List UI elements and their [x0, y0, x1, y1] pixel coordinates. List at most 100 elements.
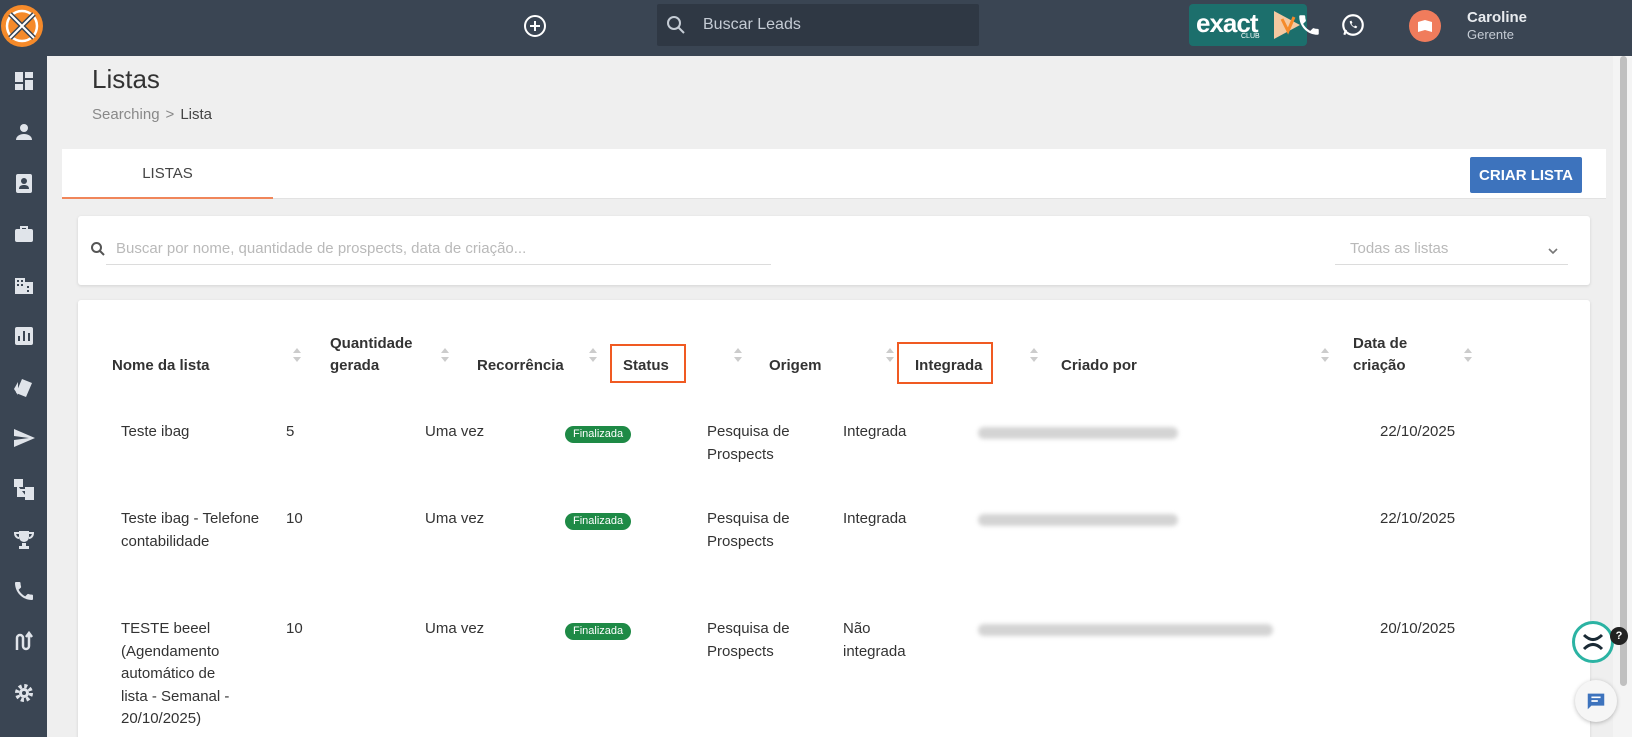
help-widget-button[interactable] [1572, 621, 1614, 663]
avatar[interactable] [1409, 10, 1441, 42]
sidebar-item-contacts[interactable] [0, 163, 47, 203]
breadcrumb-searching[interactable]: Searching [92, 106, 160, 123]
cell-created-by-redacted [978, 514, 1178, 526]
sidebar-item-reports[interactable] [0, 316, 47, 356]
sidebar-item-templates[interactable] [0, 367, 47, 407]
cell-quantity: 10 [286, 510, 303, 527]
cell-integrated: Integrada [843, 423, 907, 440]
help-logo-icon [1582, 633, 1604, 651]
chevron-down-icon [1548, 248, 1558, 255]
status-badge: Finalizada [565, 513, 632, 530]
phone-icon [14, 582, 33, 600]
phone-icon[interactable] [1296, 12, 1322, 38]
search-icon [667, 16, 685, 34]
top-search-input[interactable]: Buscar Leads [657, 4, 979, 46]
cell-name[interactable]: Teste ibag - Telefone contabilidade [121, 508, 261, 553]
breadcrumb-separator: > [165, 106, 175, 123]
breadcrumb-current: Lista [180, 106, 212, 123]
cell-origin: Pesquisa de Prospects [707, 423, 790, 463]
list-search-input[interactable]: Buscar por nome, quantidade de prospects… [91, 232, 771, 265]
cell-quantity: 10 [286, 620, 303, 637]
book-icon [1418, 20, 1432, 32]
sort-icon[interactable] [885, 345, 895, 365]
sort-icon[interactable] [440, 345, 450, 365]
sidebar-item-calls[interactable] [0, 571, 47, 611]
cell-name[interactable]: TESTE beeel (Agendamento automático de l… [121, 618, 241, 731]
search-icon [91, 242, 105, 256]
chart-icon [14, 327, 33, 345]
dashboard-icon [14, 72, 33, 90]
list-search-placeholder: Buscar por nome, quantidade de prospects… [116, 240, 527, 257]
hierarchy-icon [13, 479, 34, 500]
tab-bar: LISTAS [62, 149, 1606, 199]
breadcrumb: Searching > Lista [92, 106, 212, 123]
column-header-name[interactable]: Nome da lista [112, 355, 210, 377]
user-role: Gerente [1467, 27, 1514, 42]
route-icon [15, 630, 33, 651]
sort-icon[interactable] [292, 345, 302, 365]
sidebar-item-routes[interactable] [0, 622, 47, 662]
status-badge: Finalizada [565, 426, 632, 443]
filter-card: Buscar por nome, quantidade de prospects… [78, 216, 1590, 285]
sidebar-item-hierarchy[interactable] [0, 469, 47, 509]
cell-integrated: Integrada [843, 510, 907, 527]
column-header-quantity[interactable]: Quantidade gerada [330, 333, 420, 377]
column-header-integrated[interactable]: Integrada [915, 355, 983, 377]
sort-icon[interactable] [733, 345, 743, 365]
app-logo-icon[interactable] [0, 2, 48, 50]
sidebar [0, 56, 47, 737]
sidebar-item-send[interactable] [0, 418, 47, 458]
list-filter-value: Todas as listas [1350, 240, 1449, 257]
cell-date: 20/10/2025 [1380, 620, 1456, 637]
chat-icon [1587, 693, 1605, 710]
cell-created-by-redacted [978, 624, 1273, 636]
sidebar-item-dashboard[interactable] [0, 61, 47, 101]
status-badge: Finalizada [565, 623, 632, 640]
cell-recurrence: Uma vez [425, 423, 485, 440]
tab-listas[interactable]: LISTAS [62, 149, 273, 199]
person-icon [15, 124, 32, 140]
cell-integrated: Não integrada [843, 620, 906, 660]
cell-recurrence: Uma vez [425, 620, 485, 637]
column-header-created-by[interactable]: Criado por [1061, 355, 1137, 377]
add-circle-icon[interactable] [522, 13, 548, 39]
cell-date: 22/10/2025 [1380, 423, 1456, 440]
top-search-placeholder: Buscar Leads [703, 16, 801, 33]
sidebar-item-person[interactable] [0, 112, 47, 152]
sidebar-item-companies[interactable] [0, 265, 47, 305]
column-header-date[interactable]: Data de criação [1353, 333, 1423, 377]
sort-icon[interactable] [1029, 345, 1039, 365]
scrollbar-thumb[interactable] [1620, 56, 1627, 686]
sort-icon[interactable] [1463, 345, 1473, 365]
lists-table: Nome da lista Quantidade gerada Recorrên… [78, 300, 1590, 737]
column-header-origin[interactable]: Origem [769, 355, 822, 377]
exact-club-badge[interactable]: exact CLUB [1189, 4, 1307, 46]
cards-icon [13, 379, 32, 397]
send-icon [13, 429, 35, 447]
sidebar-item-business[interactable] [0, 214, 47, 254]
sidebar-item-achievements[interactable] [0, 520, 47, 560]
cell-origin: Pesquisa de Prospects [707, 620, 790, 660]
contact-card-icon [15, 174, 32, 193]
sidebar-item-settings[interactable] [0, 673, 47, 713]
page-title: Listas [92, 64, 160, 94]
cell-date: 22/10/2025 [1380, 510, 1456, 527]
help-badge[interactable]: ? [1610, 627, 1628, 645]
trophy-icon [13, 531, 34, 549]
column-header-status[interactable]: Status [623, 355, 669, 377]
briefcase-icon [14, 226, 33, 242]
cell-created-by-redacted [978, 427, 1178, 439]
cell-name[interactable]: Teste ibag [121, 421, 261, 444]
create-list-button[interactable]: CRIAR LISTA [1470, 157, 1582, 193]
column-header-recurrence[interactable]: Recorrência [477, 355, 564, 377]
sort-icon[interactable] [1320, 345, 1330, 365]
chat-button[interactable] [1575, 680, 1617, 722]
whatsapp-icon[interactable] [1340, 12, 1366, 38]
sort-icon[interactable] [588, 345, 598, 365]
top-bar: Buscar Leads exact CLUB Caroline Gerente [0, 0, 1632, 56]
list-filter-select[interactable]: Todas as listas [1335, 232, 1568, 265]
gear-icon [14, 684, 33, 702]
cell-recurrence: Uma vez [425, 510, 485, 527]
user-name[interactable]: Caroline [1467, 9, 1527, 26]
cell-origin: Pesquisa de Prospects [707, 510, 790, 550]
